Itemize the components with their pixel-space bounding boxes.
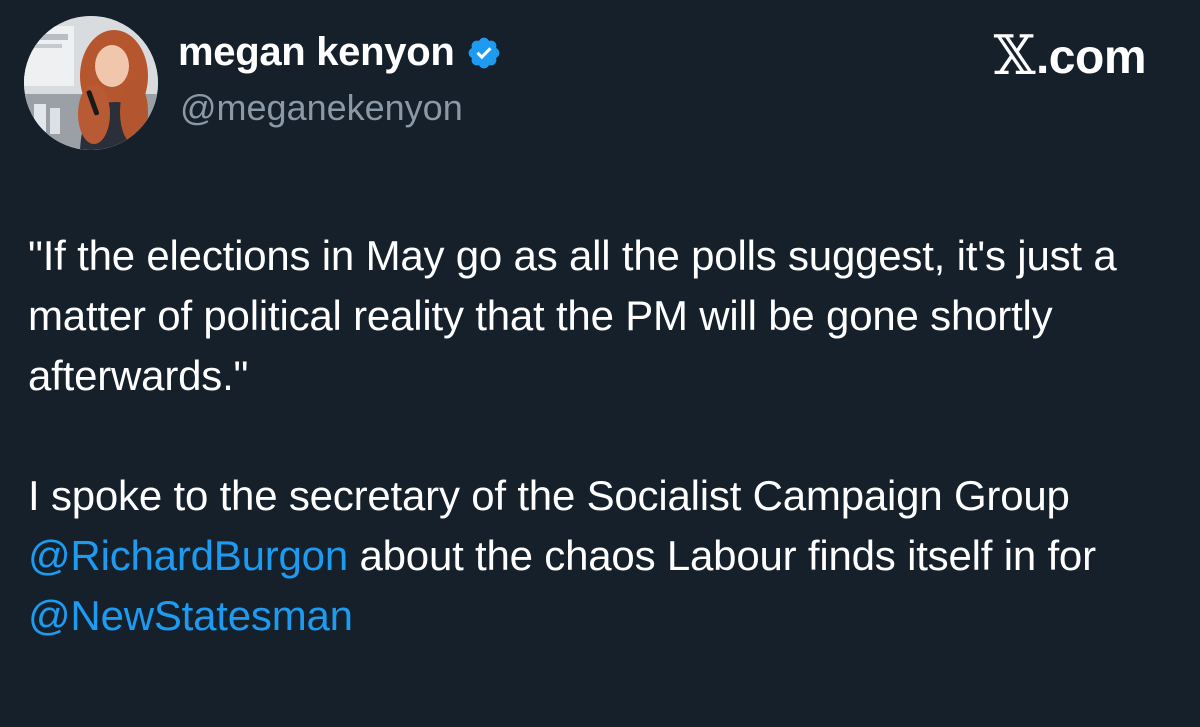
tweet-text-segment: about the chaos Labour finds itself in f… — [348, 532, 1096, 579]
x-com-logo: 𝕏 .com — [993, 24, 1147, 89]
verified-badge-icon — [466, 35, 502, 71]
author-display-name[interactable]: megan kenyon — [178, 30, 455, 75]
mention-link-newstatesman[interactable]: @NewStatesman — [28, 592, 353, 639]
avatar[interactable] — [24, 16, 158, 150]
mention-link-richardburgon[interactable]: @RichardBurgon — [28, 532, 348, 579]
profile-photo — [24, 16, 158, 150]
author-name-row[interactable]: megan kenyon — [178, 30, 502, 75]
tweet-paragraph-quote: "If the elections in May go as all the p… — [28, 232, 1117, 399]
tweet-header: megan kenyon @meganekenyon 𝕏 .com — [0, 0, 1200, 170]
author-handle[interactable]: @meganekenyon — [180, 87, 463, 129]
x-logo-icon: 𝕏 — [993, 24, 1036, 87]
tweet-text-segment: I spoke to the secretary of the Socialis… — [28, 472, 1070, 519]
brand-domain: .com — [1035, 31, 1147, 84]
tweet-text: "If the elections in May go as all the p… — [28, 226, 1178, 646]
tweet-paragraph-main: I spoke to the secretary of the Socialis… — [28, 466, 1178, 646]
